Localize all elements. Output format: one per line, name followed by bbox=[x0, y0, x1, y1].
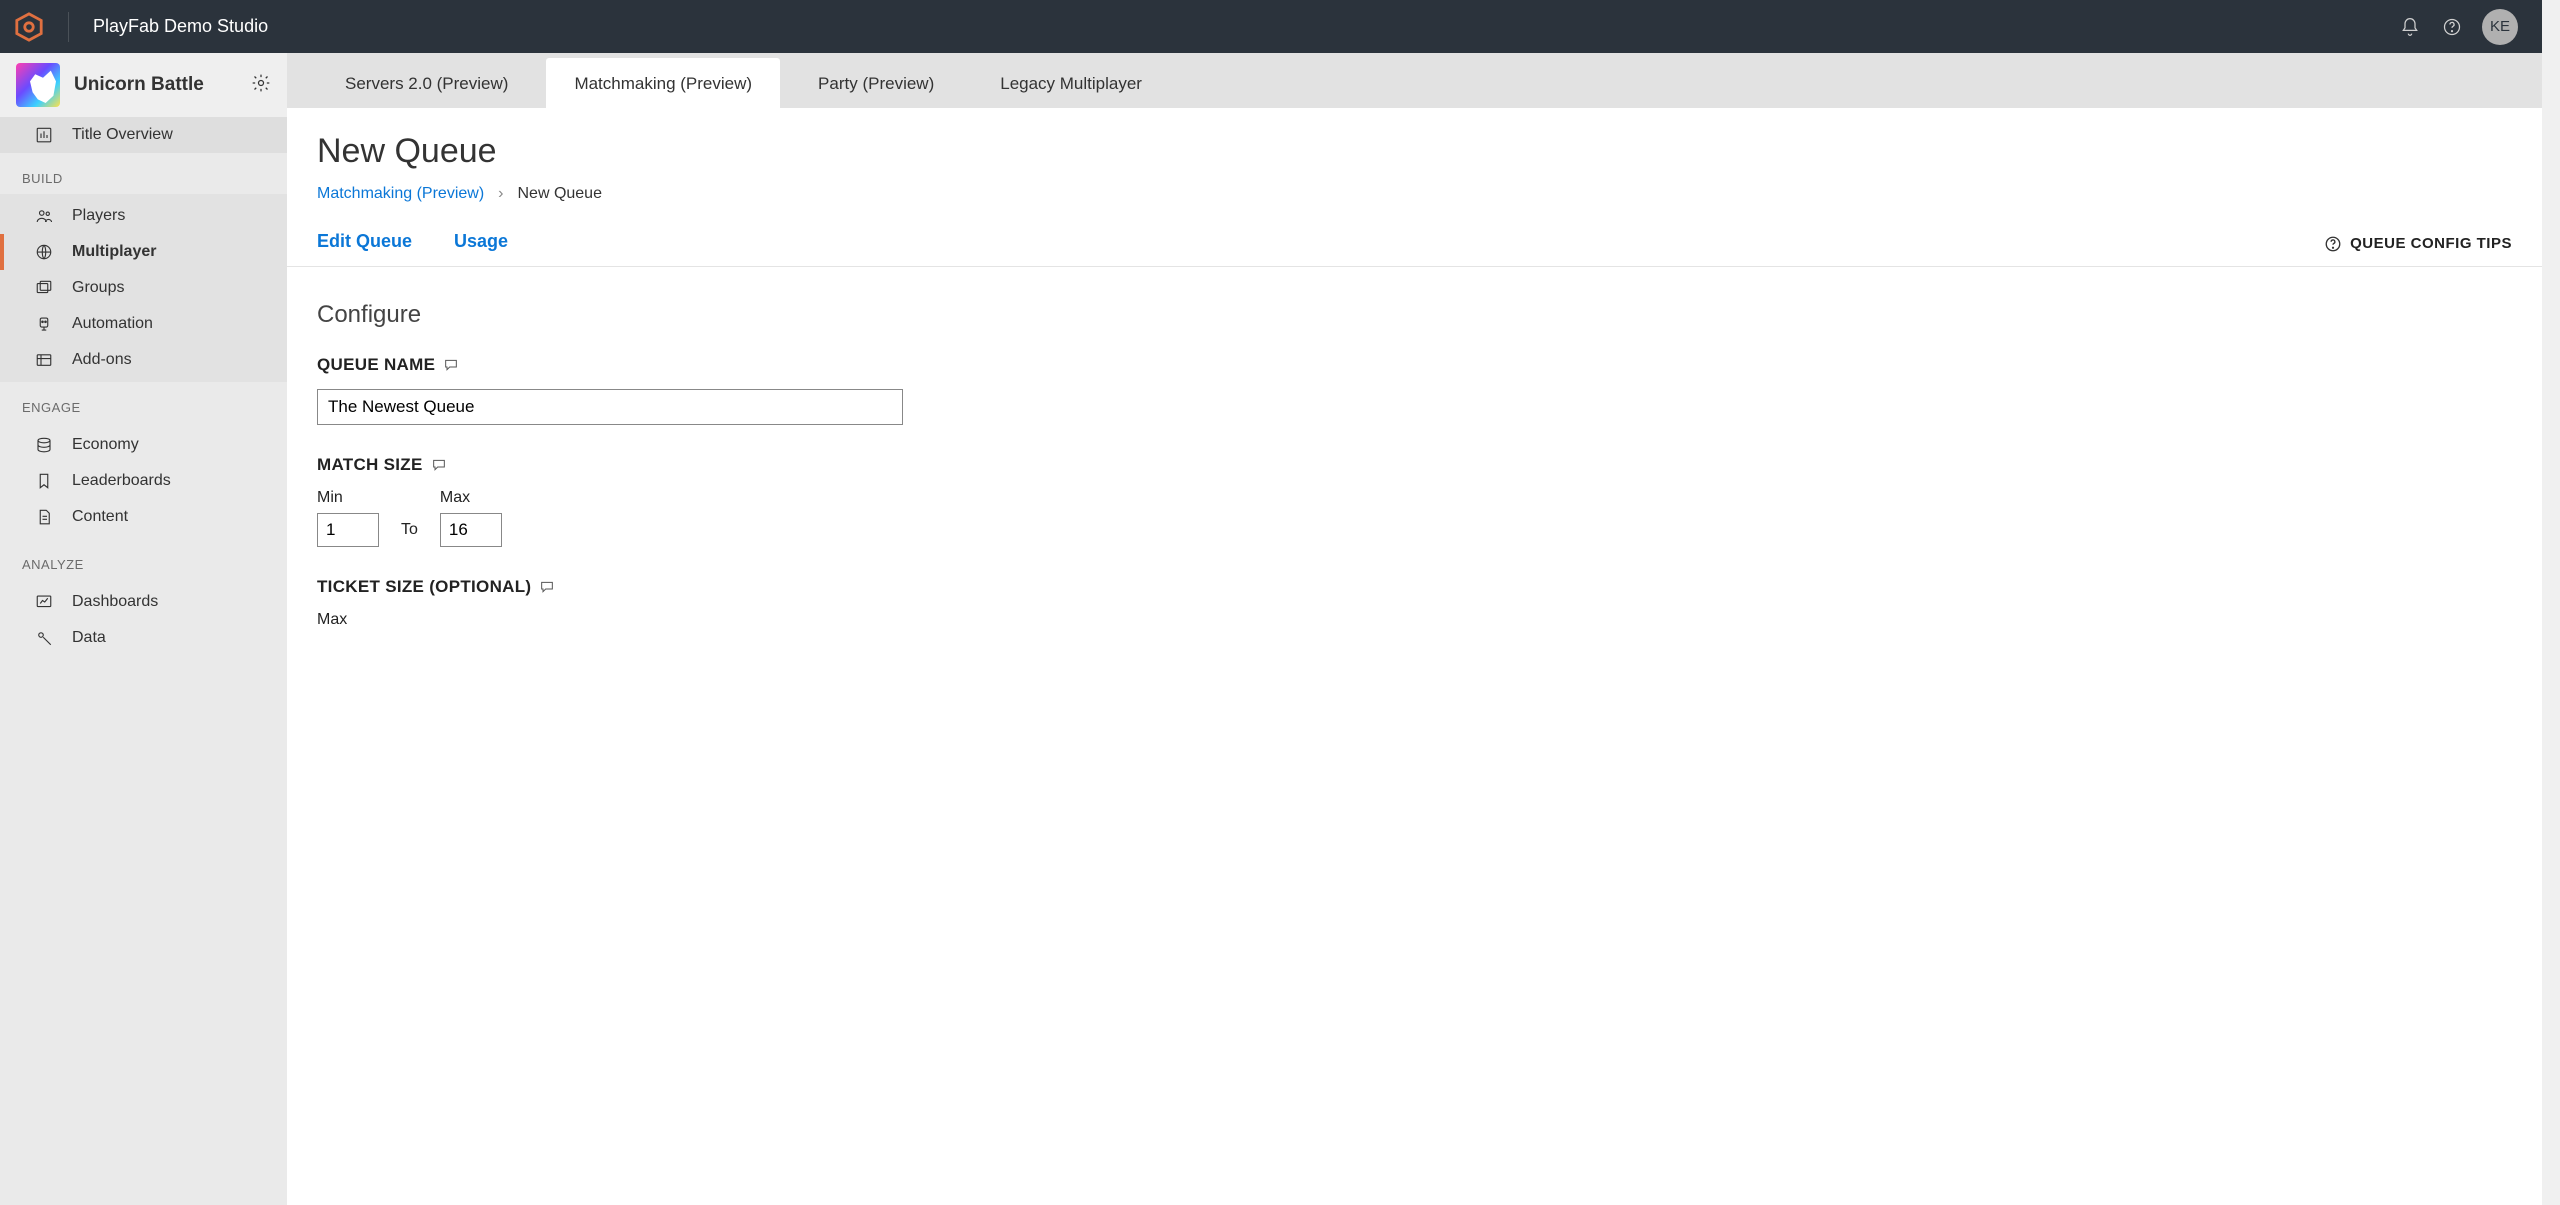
sidebar-item-players[interactable]: Players bbox=[0, 198, 287, 234]
bar-chart-icon bbox=[34, 126, 54, 144]
sidebar-item-groups[interactable]: Groups bbox=[0, 270, 287, 306]
globe-icon bbox=[34, 243, 54, 261]
tab-matchmaking[interactable]: Matchmaking (Preview) bbox=[546, 58, 780, 108]
help-icon[interactable] bbox=[2440, 15, 2464, 39]
breadcrumb-parent[interactable]: Matchmaking (Preview) bbox=[317, 185, 484, 203]
playfab-logo-icon[interactable] bbox=[14, 12, 44, 42]
sidebar-item-label: Multiplayer bbox=[72, 243, 156, 261]
sidebar-item-leaderboards[interactable]: Leaderboards bbox=[0, 463, 287, 499]
sidebar-item-label: Groups bbox=[72, 279, 124, 297]
economy-icon bbox=[34, 436, 54, 454]
queue-name-input[interactable] bbox=[317, 389, 903, 425]
bookmark-icon bbox=[34, 472, 54, 490]
min-label: Min bbox=[317, 489, 379, 507]
to-label: To bbox=[401, 521, 418, 547]
players-icon bbox=[34, 207, 54, 225]
title-thumbnail[interactable] bbox=[16, 63, 60, 107]
sidebar-item-label: Players bbox=[72, 207, 125, 225]
divider bbox=[68, 12, 69, 42]
sidebar-item-overview[interactable]: Title Overview bbox=[0, 117, 287, 153]
match-size-min-input[interactable] bbox=[317, 513, 379, 547]
main-content: Servers 2.0 (Preview) Matchmaking (Previ… bbox=[287, 53, 2542, 1205]
match-size-max-input[interactable] bbox=[440, 513, 502, 547]
data-icon bbox=[34, 629, 54, 647]
sidebar-item-label: Economy bbox=[72, 436, 139, 454]
sidebar-item-label: Dashboards bbox=[72, 593, 158, 611]
addons-icon bbox=[34, 351, 54, 369]
comment-icon[interactable] bbox=[443, 357, 459, 373]
top-bar: PlayFab Demo Studio KE bbox=[0, 0, 2560, 53]
configure-heading: Configure bbox=[317, 301, 2512, 329]
match-size-label: MATCH SIZE bbox=[317, 455, 2512, 475]
scrollbar[interactable] bbox=[2542, 53, 2560, 1205]
tab-servers[interactable]: Servers 2.0 (Preview) bbox=[317, 58, 536, 108]
studio-name[interactable]: PlayFab Demo Studio bbox=[93, 16, 268, 37]
sidebar-item-label: Title Overview bbox=[72, 126, 173, 144]
comment-icon[interactable] bbox=[539, 579, 555, 595]
queue-config-tips-button[interactable]: QUEUE CONFIG TIPS bbox=[2324, 235, 2512, 253]
sidebar-item-data[interactable]: Data bbox=[0, 620, 287, 656]
breadcrumb-current: New Queue bbox=[517, 185, 602, 203]
document-icon bbox=[34, 508, 54, 526]
groups-icon bbox=[34, 279, 54, 297]
max-label: Max bbox=[440, 489, 502, 507]
comment-icon[interactable] bbox=[431, 457, 447, 473]
dashboard-icon bbox=[34, 593, 54, 611]
sidebar: Unicorn Battle Title Overview BUILD Play… bbox=[0, 53, 287, 1205]
title-name[interactable]: Unicorn Battle bbox=[74, 74, 237, 96]
sidebar-item-addons[interactable]: Add-ons bbox=[0, 342, 287, 378]
ticket-size-label: TICKET SIZE (OPTIONAL) bbox=[317, 577, 2512, 597]
automation-icon bbox=[34, 315, 54, 333]
sidebar-item-label: Leaderboards bbox=[72, 472, 171, 490]
subtab-edit-queue[interactable]: Edit Queue bbox=[317, 221, 412, 266]
chevron-right-icon: › bbox=[498, 185, 503, 203]
sidebar-item-multiplayer[interactable]: Multiplayer bbox=[0, 234, 287, 270]
page-title: New Queue bbox=[317, 132, 2512, 171]
sidebar-item-content[interactable]: Content bbox=[0, 499, 287, 535]
section-label-build: BUILD bbox=[0, 153, 287, 194]
user-avatar[interactable]: KE bbox=[2482, 9, 2518, 45]
notifications-icon[interactable] bbox=[2398, 15, 2422, 39]
gear-icon[interactable] bbox=[251, 73, 271, 98]
sidebar-item-label: Automation bbox=[72, 315, 153, 333]
section-label-analyze: ANALYZE bbox=[0, 539, 287, 580]
tab-bar: Servers 2.0 (Preview) Matchmaking (Previ… bbox=[287, 53, 2542, 108]
sidebar-item-label: Add-ons bbox=[72, 351, 132, 369]
subtab-usage[interactable]: Usage bbox=[454, 221, 508, 266]
sidebar-item-economy[interactable]: Economy bbox=[0, 427, 287, 463]
sidebar-item-dashboards[interactable]: Dashboards bbox=[0, 584, 287, 620]
sidebar-item-label: Data bbox=[72, 629, 106, 647]
tab-legacy[interactable]: Legacy Multiplayer bbox=[972, 58, 1170, 108]
queue-name-label: QUEUE NAME bbox=[317, 355, 2512, 375]
breadcrumb: Matchmaking (Preview) › New Queue bbox=[317, 185, 2512, 203]
tab-party[interactable]: Party (Preview) bbox=[790, 58, 962, 108]
section-label-engage: ENGAGE bbox=[0, 382, 287, 423]
sidebar-item-automation[interactable]: Automation bbox=[0, 306, 287, 342]
sidebar-item-label: Content bbox=[72, 508, 128, 526]
ticket-max-label: Max bbox=[317, 611, 347, 629]
help-circle-icon bbox=[2324, 235, 2342, 253]
tips-label: QUEUE CONFIG TIPS bbox=[2350, 235, 2512, 252]
title-header: Unicorn Battle bbox=[0, 53, 287, 117]
